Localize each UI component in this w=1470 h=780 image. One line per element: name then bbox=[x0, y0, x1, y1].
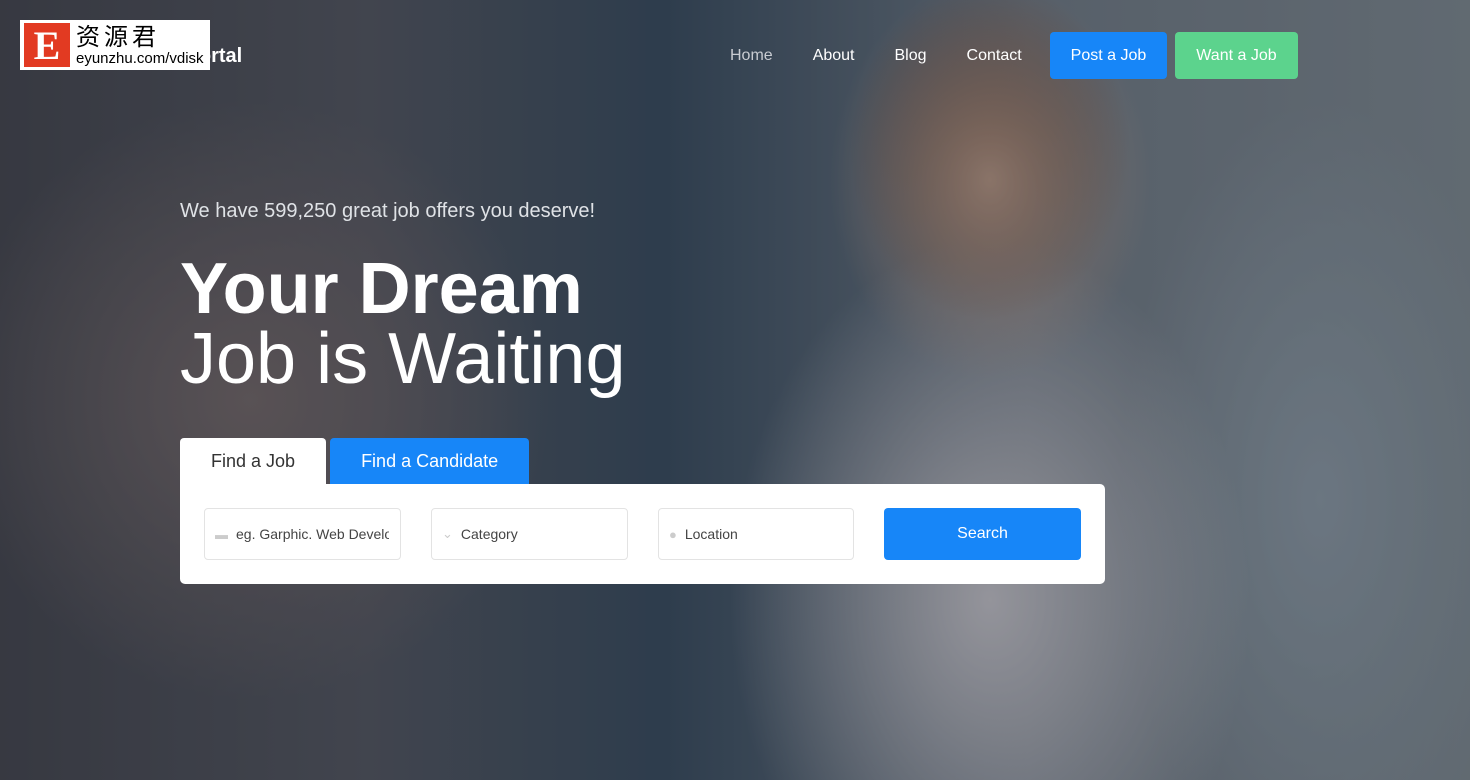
location-placeholder: Location bbox=[684, 526, 738, 542]
post-job-button[interactable]: Post a Job bbox=[1049, 32, 1168, 79]
chevron-down-icon: ⌄ bbox=[442, 526, 453, 541]
watermark-logo: E 资源君 eyunzhu.com/vdisk bbox=[20, 20, 210, 70]
location-field[interactable]: ● Location bbox=[658, 508, 854, 560]
keyword-field[interactable]: ▬ eg. Garphic. Web Developer bbox=[204, 508, 401, 560]
nav-about[interactable]: About bbox=[813, 47, 855, 65]
watermark-name: 资源君 bbox=[76, 22, 160, 51]
nav-blog[interactable]: Blog bbox=[895, 47, 927, 65]
main-nav: Home About Blog Contact Post a Job Want … bbox=[710, 32, 1298, 79]
category-label: Category bbox=[460, 526, 518, 542]
briefcase-icon: ▬ bbox=[215, 526, 228, 542]
map-pin-icon: ● bbox=[669, 526, 677, 542]
hero-title-line2: Job is Waiting bbox=[180, 319, 626, 399]
nav-contact[interactable]: Contact bbox=[967, 47, 1022, 65]
keyword-placeholder: eg. Garphic. Web Developer bbox=[236, 526, 389, 542]
nav-home[interactable]: Home bbox=[730, 47, 773, 65]
search-button[interactable]: Search bbox=[884, 508, 1081, 560]
hero-subtitle: We have 599,250 great job offers you des… bbox=[180, 200, 596, 222]
watermark-letter: E bbox=[24, 23, 70, 68]
tab-find-job[interactable]: Find a Job bbox=[180, 438, 327, 484]
search-panel: ▬ eg. Garphic. Web Developer ⌄ Category … bbox=[180, 484, 1105, 584]
category-select[interactable]: ⌄ Category bbox=[431, 508, 628, 560]
want-job-button[interactable]: Want a Job bbox=[1175, 32, 1298, 79]
watermark-url: eyunzhu.com/vdisk bbox=[76, 49, 204, 67]
tab-find-candidate[interactable]: Find a Candidate bbox=[330, 438, 530, 484]
